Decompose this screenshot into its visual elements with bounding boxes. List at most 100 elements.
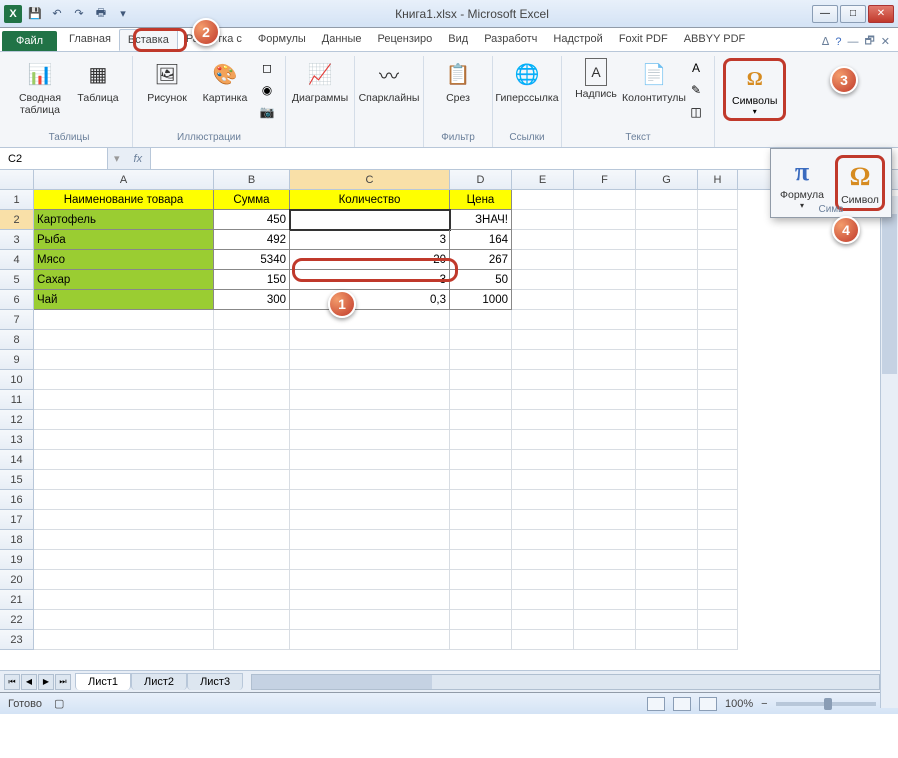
cell-H16[interactable]	[698, 490, 738, 510]
cell-A4[interactable]: Мясо	[34, 250, 214, 270]
clipart-button[interactable]: 🎨Картинка	[199, 58, 251, 104]
row-header-8[interactable]: 8	[0, 330, 34, 350]
cell-G4[interactable]	[636, 250, 698, 270]
cell-C22[interactable]	[290, 610, 450, 630]
row-header-19[interactable]: 19	[0, 550, 34, 570]
sheet-nav-next[interactable]: ▶	[38, 674, 54, 690]
cell-E13[interactable]	[512, 430, 574, 450]
cell-H15[interactable]	[698, 470, 738, 490]
row-header-6[interactable]: 6	[0, 290, 34, 310]
col-header-C[interactable]: C	[290, 170, 450, 189]
cell-A13[interactable]	[34, 430, 214, 450]
cell-H21[interactable]	[698, 590, 738, 610]
cell-G13[interactable]	[636, 430, 698, 450]
cell-D19[interactable]	[450, 550, 512, 570]
row-header-14[interactable]: 14	[0, 450, 34, 470]
cell-D2[interactable]: ЗНАЧ!	[450, 210, 512, 230]
tab-данные[interactable]: Данные	[314, 29, 370, 51]
cell-A14[interactable]	[34, 450, 214, 470]
cell-C11[interactable]	[290, 390, 450, 410]
row-header-7[interactable]: 7	[0, 310, 34, 330]
cell-B4[interactable]: 5340	[214, 250, 290, 270]
cell-A17[interactable]	[34, 510, 214, 530]
sparklines-button[interactable]: 〰Спарклайны	[363, 58, 415, 104]
cell-G15[interactable]	[636, 470, 698, 490]
cell-F18[interactable]	[574, 530, 636, 550]
cell-B10[interactable]	[214, 370, 290, 390]
cell-C20[interactable]	[290, 570, 450, 590]
cell-B16[interactable]	[214, 490, 290, 510]
col-header-G[interactable]: G	[636, 170, 698, 189]
cell-H7[interactable]	[698, 310, 738, 330]
row-header-20[interactable]: 20	[0, 570, 34, 590]
select-all-corner[interactable]	[0, 170, 34, 189]
cell-D9[interactable]	[450, 350, 512, 370]
row-header-9[interactable]: 9	[0, 350, 34, 370]
cell-F19[interactable]	[574, 550, 636, 570]
cell-E15[interactable]	[512, 470, 574, 490]
row-header-22[interactable]: 22	[0, 610, 34, 630]
cell-C2[interactable]	[290, 210, 450, 230]
cell-E16[interactable]	[512, 490, 574, 510]
cell-B13[interactable]	[214, 430, 290, 450]
cell-C17[interactable]	[290, 510, 450, 530]
cell-C19[interactable]	[290, 550, 450, 570]
cell-G7[interactable]	[636, 310, 698, 330]
cell-H6[interactable]	[698, 290, 738, 310]
file-tab[interactable]: Файл	[2, 31, 57, 51]
cell-H13[interactable]	[698, 430, 738, 450]
cell-B3[interactable]: 492	[214, 230, 290, 250]
cell-E21[interactable]	[512, 590, 574, 610]
cell-G23[interactable]	[636, 630, 698, 650]
cell-F22[interactable]	[574, 610, 636, 630]
cell-E22[interactable]	[512, 610, 574, 630]
cell-A6[interactable]: Чай	[34, 290, 214, 310]
cell-G2[interactable]	[636, 210, 698, 230]
cell-D11[interactable]	[450, 390, 512, 410]
col-header-E[interactable]: E	[512, 170, 574, 189]
cell-C14[interactable]	[290, 450, 450, 470]
cell-F21[interactable]	[574, 590, 636, 610]
cell-E14[interactable]	[512, 450, 574, 470]
cell-D12[interactable]	[450, 410, 512, 430]
row-header-5[interactable]: 5	[0, 270, 34, 290]
row-header-10[interactable]: 10	[0, 370, 34, 390]
sheet-nav-prev[interactable]: ◀	[21, 674, 37, 690]
cell-D6[interactable]: 1000	[450, 290, 512, 310]
cell-D4[interactable]: 267	[450, 250, 512, 270]
cell-C12[interactable]	[290, 410, 450, 430]
cell-E1[interactable]	[512, 190, 574, 210]
cell-F3[interactable]	[574, 230, 636, 250]
fx-icon[interactable]: fx	[126, 153, 151, 165]
cell-G14[interactable]	[636, 450, 698, 470]
cell-H4[interactable]	[698, 250, 738, 270]
cell-B11[interactable]	[214, 390, 290, 410]
cell-E7[interactable]	[512, 310, 574, 330]
cell-B12[interactable]	[214, 410, 290, 430]
object-button[interactable]: ◫	[686, 102, 706, 122]
col-header-H[interactable]: H	[698, 170, 738, 189]
col-header-F[interactable]: F	[574, 170, 636, 189]
cell-H22[interactable]	[698, 610, 738, 630]
cell-F4[interactable]	[574, 250, 636, 270]
row-header-11[interactable]: 11	[0, 390, 34, 410]
cell-F10[interactable]	[574, 370, 636, 390]
doc-min-icon[interactable]: —	[847, 36, 858, 48]
cell-A21[interactable]	[34, 590, 214, 610]
cell-A23[interactable]	[34, 630, 214, 650]
cell-F14[interactable]	[574, 450, 636, 470]
cell-C4[interactable]: 20	[290, 250, 450, 270]
cell-G11[interactable]	[636, 390, 698, 410]
cell-G10[interactable]	[636, 370, 698, 390]
row-header-12[interactable]: 12	[0, 410, 34, 430]
cell-A11[interactable]	[34, 390, 214, 410]
table-button[interactable]: ▦Таблица	[72, 58, 124, 104]
cell-G3[interactable]	[636, 230, 698, 250]
cell-H19[interactable]	[698, 550, 738, 570]
cell-B2[interactable]: 450	[214, 210, 290, 230]
cell-H9[interactable]	[698, 350, 738, 370]
row-header-18[interactable]: 18	[0, 530, 34, 550]
wordart-button[interactable]: A	[686, 58, 706, 78]
cell-D8[interactable]	[450, 330, 512, 350]
cell-C1[interactable]: Количество	[290, 190, 450, 210]
